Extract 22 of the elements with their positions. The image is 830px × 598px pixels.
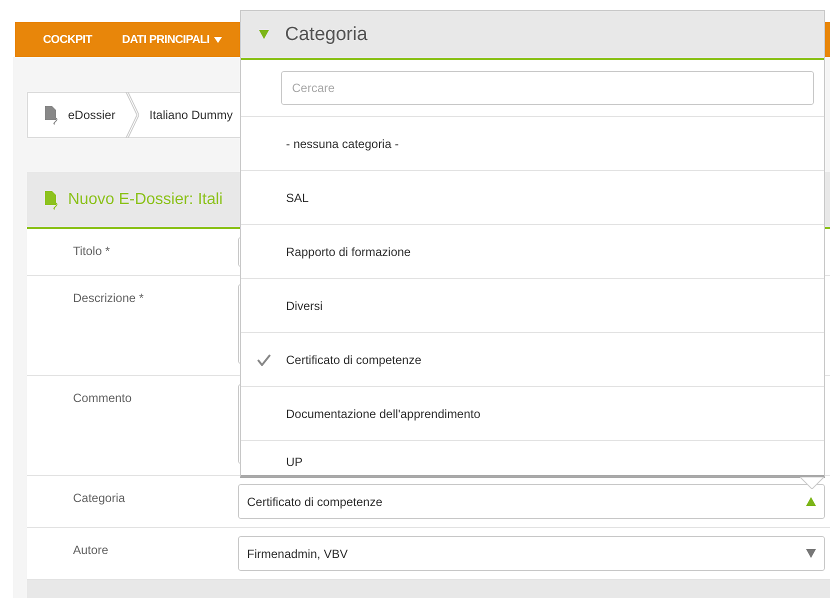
caret-down-icon	[259, 30, 269, 39]
document-icon	[44, 105, 58, 125]
field-label: Commento	[72, 390, 133, 405]
dropdown-option[interactable]: Documentazione dell'apprendimento	[241, 387, 824, 441]
dropdown-option[interactable]: UP	[241, 441, 824, 471]
dropdown-option[interactable]: SAL	[241, 171, 824, 225]
search-field[interactable]: Cercare	[281, 71, 814, 105]
caret-down-icon[interactable]	[214, 36, 222, 42]
breadcrumb-item[interactable]: Italiano Dummy	[149, 108, 233, 122]
field-label: Descrizione *	[72, 290, 145, 305]
breadcrumb-separator-icon	[125, 92, 140, 138]
panel-title: Nuovo E-Dossier: Itali	[68, 190, 223, 208]
dropdown-title: Categoria	[285, 24, 368, 46]
field-label: Titolo *	[72, 243, 111, 258]
dropdown-option[interactable]: Rapporto di formazione	[241, 225, 824, 279]
select-field[interactable]: Certificato di competenze	[238, 484, 825, 519]
select-field[interactable]: Firmenadmin, VBV	[238, 536, 825, 571]
field-label: Categoria	[72, 490, 126, 505]
breadcrumb-item[interactable]: eDossier	[68, 108, 116, 122]
field-label: Autore	[72, 542, 110, 557]
dropdown-option[interactable]: - nessuna categoria -	[241, 117, 824, 171]
document-icon	[44, 190, 58, 210]
